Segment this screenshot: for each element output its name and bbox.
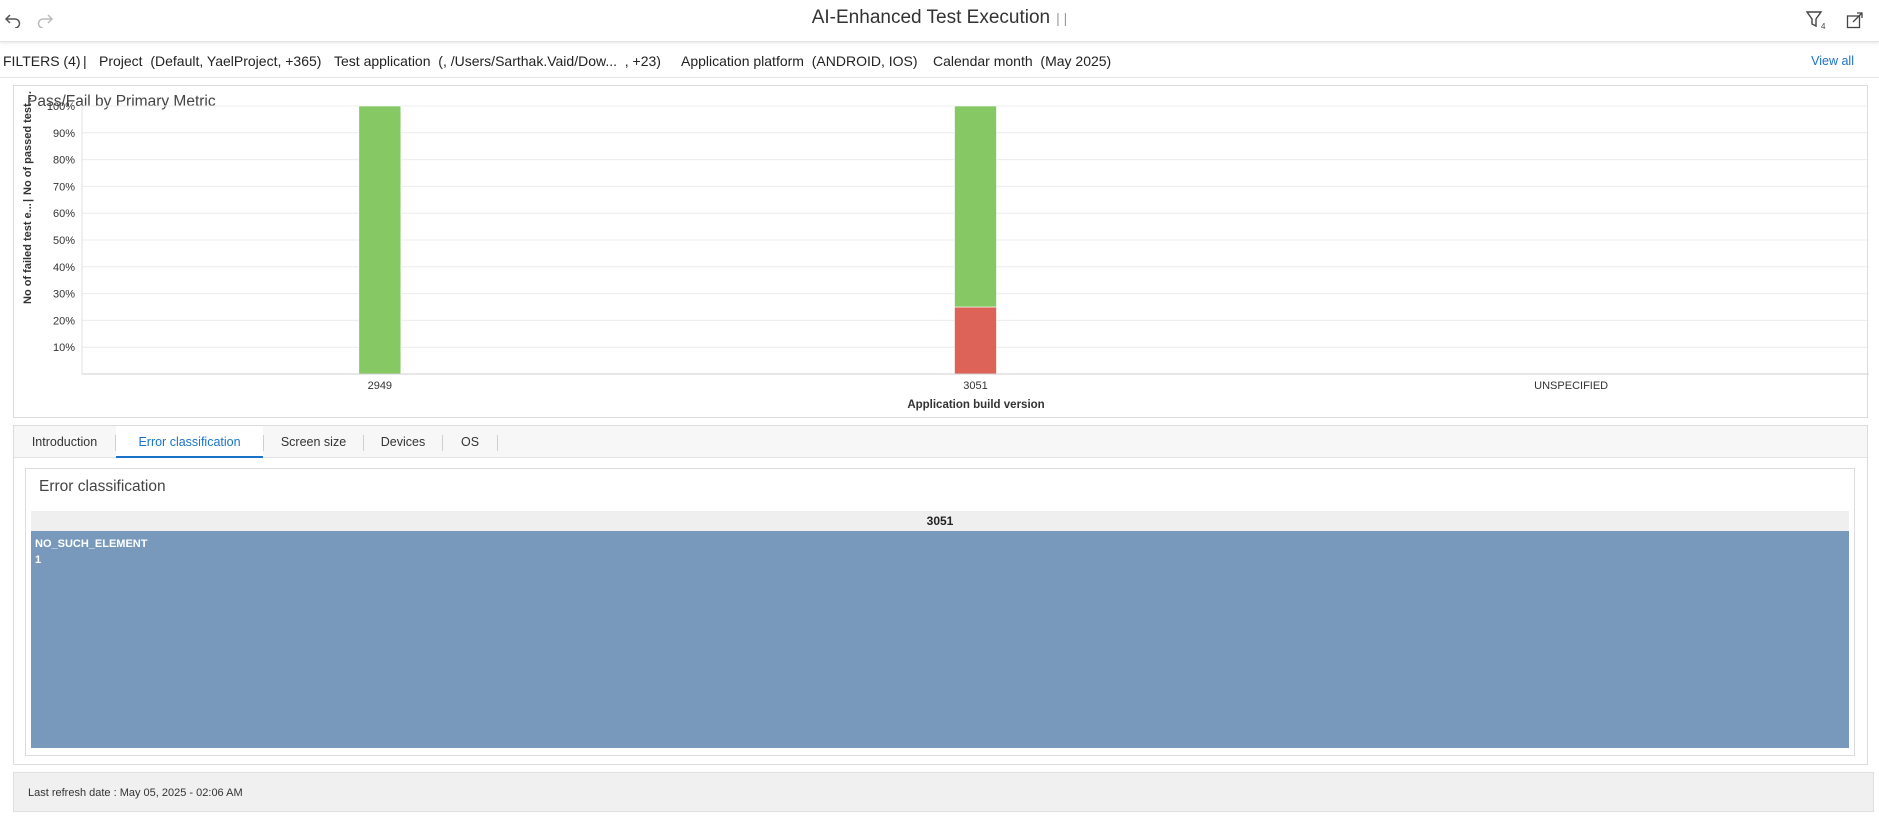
pass-fail-chart-panel: Pass/Fail by Primary Metric 10% 20% 30% 40%… bbox=[13, 85, 1869, 418]
page-title: AI-Enhanced Test Execution bbox=[811, 7, 1051, 28]
y-tick-label: 70% bbox=[53, 181, 75, 193]
filters-separator: | bbox=[83, 53, 87, 69]
filter-test-application-name: Test application bbox=[334, 53, 431, 69]
filter-application-platform-value: (ANDROID, IOS) bbox=[811, 53, 918, 69]
bar-passed-2949[interactable] bbox=[358, 105, 402, 375]
last-refresh-date: Last refresh date : May 05, 2025 - 02:06… bbox=[28, 787, 243, 799]
filter-application-platform-name: Application platform bbox=[681, 53, 804, 69]
chart-y-label-top-wrap: No of passed test ... bbox=[22, 91, 34, 195]
y-tick-label: 50% bbox=[53, 235, 75, 247]
filter-application-platform[interactable]: Application platform (ANDROID, IOS) bbox=[681, 53, 918, 69]
error-classification-card: Error classification 3051 NO_SUCH_ELEMEN… bbox=[25, 468, 1855, 756]
title-separator: | | bbox=[1056, 10, 1068, 26]
app-header: AI-Enhanced Test Execution | | 4 bbox=[0, 0, 1879, 42]
filters-bar: FILTERS (4) | Project (Default, YaelProj… bbox=[0, 43, 1879, 78]
y-tick-label: 10% bbox=[53, 342, 75, 354]
filter-project[interactable]: Project (Default, YaelProject, +365) bbox=[99, 53, 321, 69]
filter-test-application[interactable]: Test application (, /Users/Sarthak.Vaid/… bbox=[334, 53, 661, 69]
chart-y-ticks: 10% 20% 30% 40% 50% 60% 70% 80% 90% 100% bbox=[47, 101, 75, 354]
bar-failed-3051[interactable] bbox=[954, 306, 997, 375]
filters-label[interactable]: FILTERS (4) bbox=[3, 53, 81, 69]
details-tabs-panel: Introduction Error classification Screen… bbox=[13, 425, 1868, 765]
filter-project-name: Project bbox=[99, 53, 143, 69]
treemap-cell-label: NO_SUCH_ELEMENT 1 bbox=[35, 536, 147, 568]
filter-test-application-value: (, /Users/Sarthak.Vaid/Dow... , +23) bbox=[438, 53, 661, 69]
x-tick-label: UNSPECIFIED bbox=[1534, 380, 1608, 392]
treemap-column-header: 3051 bbox=[31, 511, 1849, 531]
y-label-passed: No of passed test ... bbox=[22, 91, 34, 195]
filter-calendar-month[interactable]: Calendar month (May 2025) bbox=[933, 53, 1111, 69]
filter-calendar-month-value: (May 2025) bbox=[1040, 53, 1112, 69]
page-title-wrap: AI-Enhanced Test Execution | | bbox=[0, 7, 1879, 29]
chart-x-ticks: 2949 3051 UNSPECIFIED bbox=[368, 380, 1609, 392]
filter-calendar-month-name: Calendar month bbox=[933, 53, 1033, 69]
y-label-failed: No of failed test e... bbox=[22, 203, 34, 304]
tab-os[interactable]: OS bbox=[443, 426, 497, 458]
tab-devices[interactable]: Devices bbox=[364, 426, 442, 458]
tab-bar: Introduction Error classification Screen… bbox=[14, 426, 1867, 458]
y-tick-label: 30% bbox=[53, 289, 75, 301]
chart-y-label: No of failed test e... bbox=[22, 203, 34, 304]
filter-icon[interactable]: 4 bbox=[1804, 7, 1830, 33]
y-tick-label: 40% bbox=[53, 262, 75, 274]
filter-project-value: (Default, YaelProject, +365) bbox=[150, 53, 322, 69]
chart-y-label-sep-wrap: | bbox=[22, 199, 34, 202]
filter-count-badge: 4 bbox=[1821, 22, 1826, 30]
y-label-separator: | bbox=[22, 199, 34, 202]
pass-fail-chart: 10% 20% 30% 40% 50% 60% 70% 80% 90% 100% 2949 3051… bbox=[22, 91, 1869, 411]
y-tick-label: 20% bbox=[53, 315, 75, 327]
y-tick-label: 90% bbox=[53, 128, 75, 140]
treemap-cell-name: NO_SUCH_ELEMENT bbox=[35, 538, 148, 550]
y-tick-label: 100% bbox=[47, 101, 75, 113]
footer: Last refresh date : May 05, 2025 - 02:06… bbox=[13, 772, 1874, 812]
x-tick-label: 3051 bbox=[963, 380, 987, 392]
export-icon[interactable] bbox=[1842, 7, 1868, 33]
tab-screen-size[interactable]: Screen size bbox=[264, 426, 363, 458]
x-axis-label: Application build version bbox=[907, 399, 1044, 411]
treemap-cell-no-such-element[interactable]: NO_SUCH_ELEMENT 1 bbox=[31, 531, 1849, 748]
tab-introduction[interactable]: Introduction bbox=[14, 426, 115, 458]
y-tick-label: 60% bbox=[53, 208, 75, 220]
x-tick-label: 2949 bbox=[368, 380, 392, 392]
treemap-cell-value: 1 bbox=[35, 554, 42, 566]
tab-divider bbox=[497, 435, 498, 451]
tab-error-classification[interactable]: Error classification bbox=[116, 426, 263, 458]
view-all-link[interactable]: View all bbox=[1811, 54, 1854, 68]
y-tick-label: 80% bbox=[53, 155, 75, 167]
error-classification-title: Error classification bbox=[39, 478, 166, 495]
bar-passed-3051[interactable] bbox=[954, 105, 997, 308]
